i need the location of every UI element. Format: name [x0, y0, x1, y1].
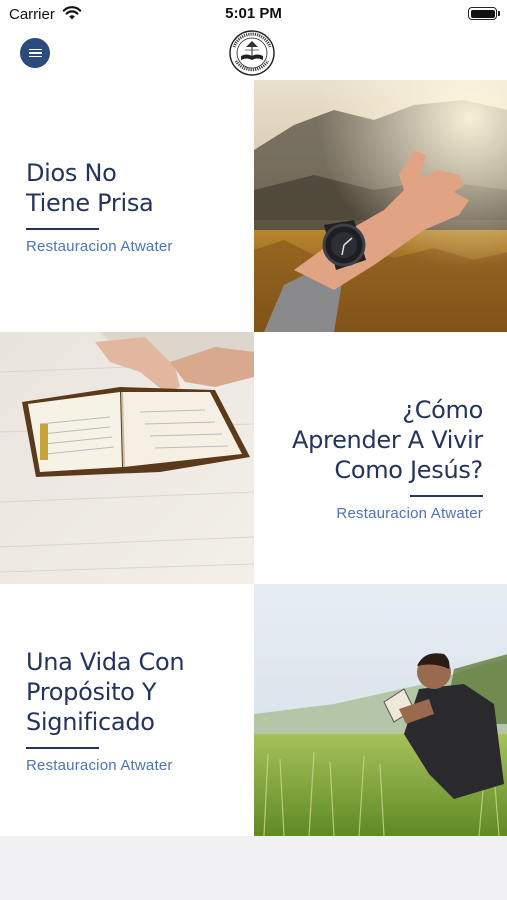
- post-author: Restauracion Atwater: [26, 237, 173, 255]
- post-card-3[interactable]: Una Vida Con Propósito Y Significado Res…: [0, 584, 254, 836]
- post-row: Una Vida Con Propósito Y Significado Res…: [0, 584, 507, 836]
- hand-with-watch-mountains-photo: [253, 80, 507, 332]
- post-row: Dios No Tiene Prisa Restauracion Atwater: [0, 80, 507, 332]
- post-image-man-reading[interactable]: [253, 584, 507, 836]
- post-image-hand-watch[interactable]: [253, 80, 507, 332]
- status-bar: Carrier 5:01 PM: [0, 0, 507, 28]
- empty-footer-area: [0, 837, 507, 900]
- hamburger-menu-icon[interactable]: [20, 38, 50, 68]
- post-title: ¿Cómo Aprender A Vivir Como Jesús?: [291, 395, 483, 484]
- post-image-bible[interactable]: [0, 332, 254, 584]
- church-logo-icon[interactable]: [227, 29, 277, 77]
- posts-grid: Dios No Tiene Prisa Restauracion Atwater: [0, 80, 507, 836]
- title-divider: [26, 227, 99, 230]
- open-bible-on-table-photo: [0, 332, 254, 584]
- post-card-1[interactable]: Dios No Tiene Prisa Restauracion Atwater: [0, 80, 254, 332]
- post-title: Dios No Tiene Prisa: [26, 158, 154, 217]
- man-reading-in-field-photo: [253, 584, 507, 836]
- post-author: Restauracion Atwater: [26, 756, 173, 774]
- title-divider: [410, 494, 483, 497]
- post-card-2[interactable]: ¿Cómo Aprender A Vivir Como Jesús? Resta…: [253, 332, 507, 584]
- title-divider: [26, 746, 99, 749]
- post-author: Restauracion Atwater: [336, 504, 483, 522]
- app-header: [0, 28, 507, 80]
- clock: 5:01 PM: [225, 5, 282, 22]
- battery-icon: [468, 7, 500, 20]
- post-title: Una Vida Con Propósito Y Significado: [26, 647, 185, 736]
- post-row: ¿Cómo Aprender A Vivir Como Jesús? Resta…: [0, 332, 507, 584]
